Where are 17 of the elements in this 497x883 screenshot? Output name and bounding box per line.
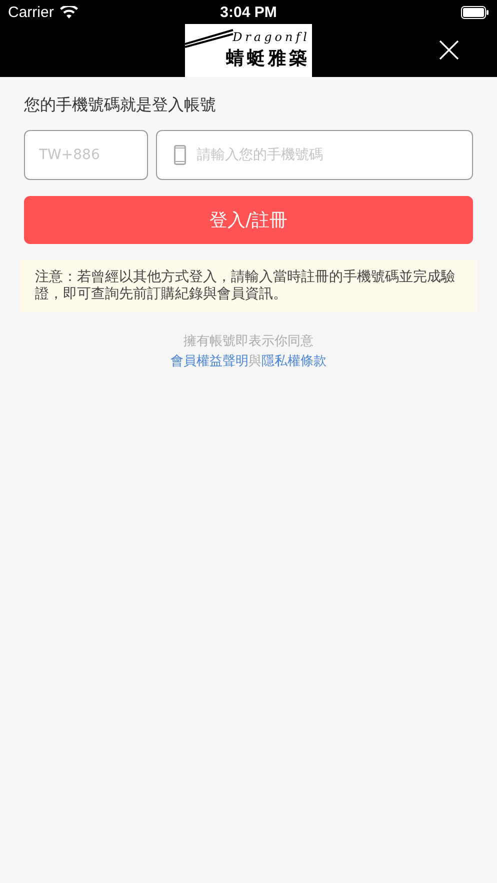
country-code-field[interactable]: TW+886 [24,130,148,180]
phone-number-field[interactable]: 請輸入您的手機號碼 [156,130,473,180]
logo-script-text: Dragonfl [232,30,310,44]
carrier-label: Carrier [8,4,54,20]
terms-sentence: 會員權益聲明與隱私權條款 [170,353,326,370]
clock-time: 3:04 PM [220,4,277,20]
phone-icon [174,145,186,165]
page-heading: 您的手機號碼就是登入帳號 [24,95,217,116]
login-register-button[interactable]: 登入/註冊 [24,196,473,244]
agreement-text: 擁有帳號即表示你同意 [184,333,314,350]
wifi-icon [60,6,78,18]
terms-link[interactable]: 隱私權條款 [262,354,326,369]
terms-link[interactable]: 會員權益聲明 [170,354,248,369]
logo-chinese-text: 蜻蜓雅築 [226,47,310,70]
battery-icon [461,6,489,18]
close-button[interactable] [437,38,461,62]
notice-text: 注意：若曾經以其他方式登入，請輸入當時註冊的手機號碼並完成驗證，即可查詢先前訂購紀錄與會員資訊。 [20,260,477,312]
